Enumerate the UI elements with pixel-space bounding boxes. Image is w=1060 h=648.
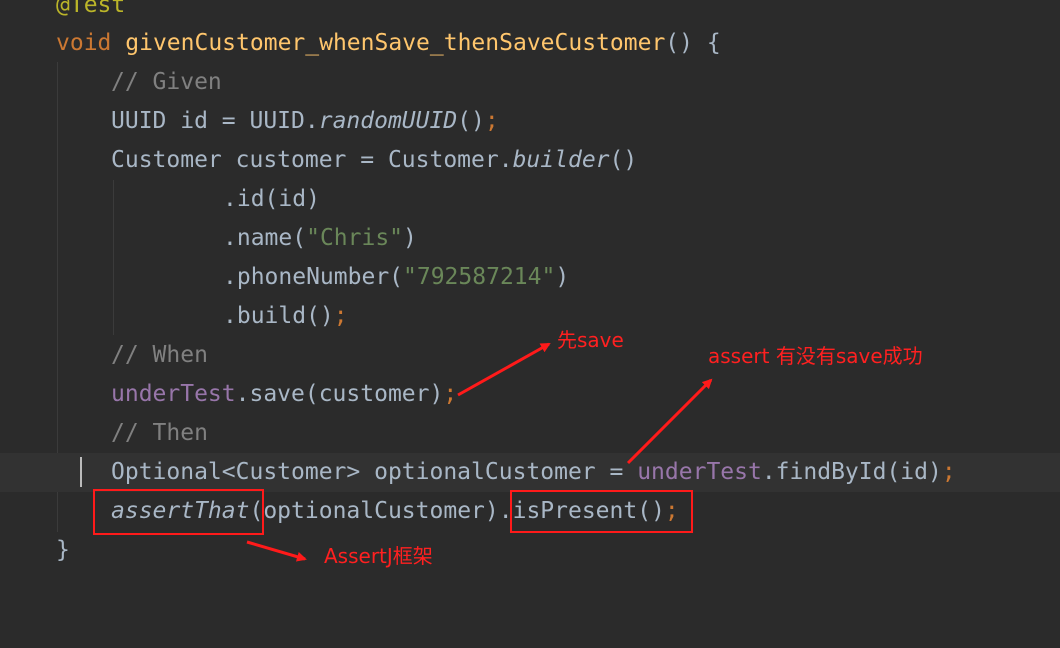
assert-note: assert 有没有save成功 [708, 344, 923, 368]
arrow-to-save-note [457, 342, 551, 397]
annotation-arrows [246, 342, 713, 562]
arrow-to-assert-note [626, 378, 713, 465]
arrow-to-assertj-note [246, 540, 307, 562]
assertj-note: AssertJ框架 [324, 544, 433, 568]
save-note: 先save [557, 328, 624, 352]
